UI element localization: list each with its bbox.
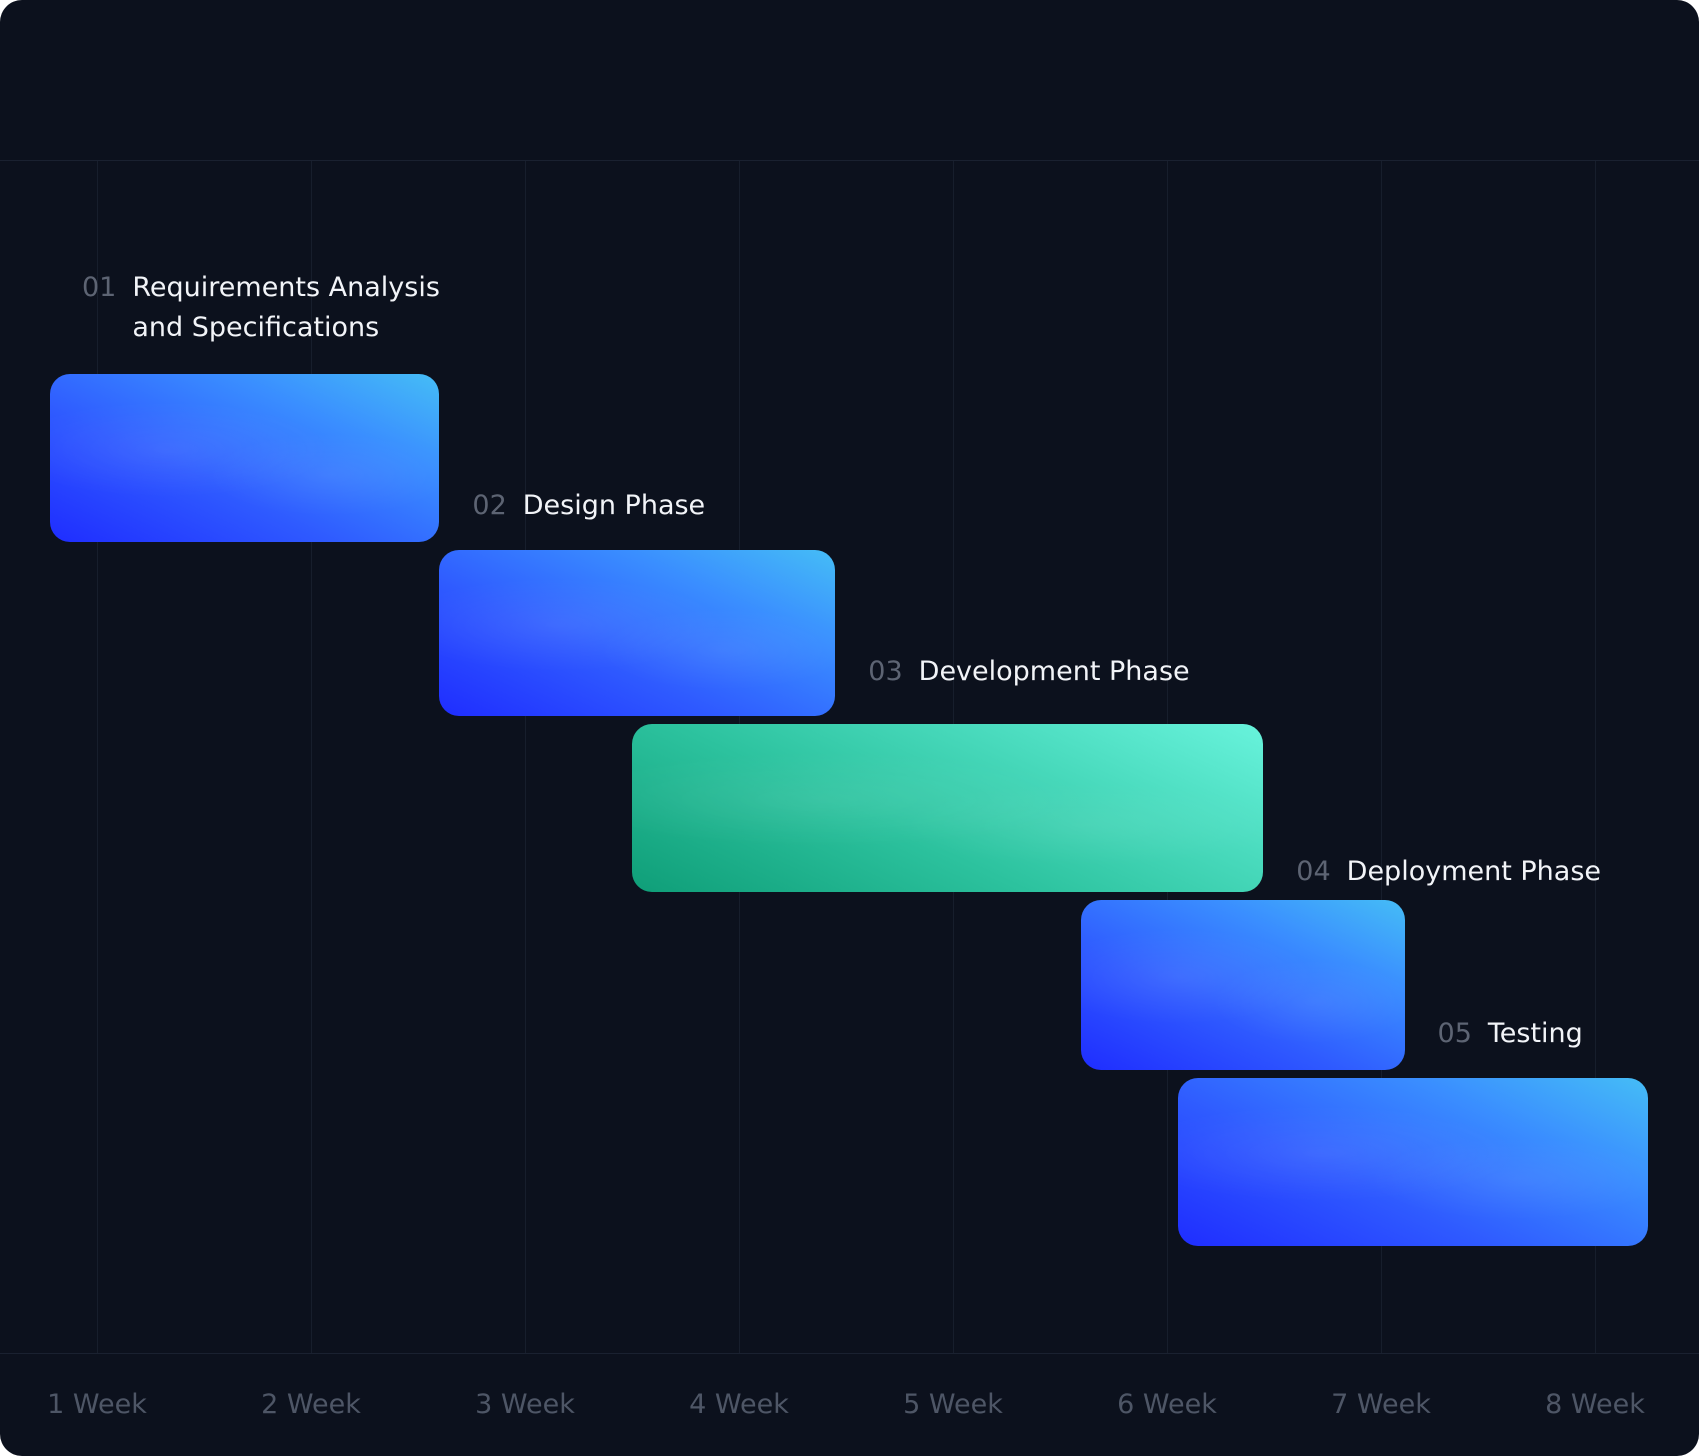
task-bar[interactable] <box>632 724 1264 892</box>
task-label: 04 Deployment Phase <box>1296 852 1601 892</box>
task-number: 05 <box>1437 1018 1472 1049</box>
task-name-line: Testing <box>1487 1018 1583 1049</box>
task-name: Testing <box>1488 1014 1583 1054</box>
task-name-line: and Specifications <box>132 312 380 343</box>
task-number: 02 <box>472 490 507 521</box>
x-tick-label: 6 Week <box>1117 1389 1217 1420</box>
bar-texture <box>49 374 440 542</box>
x-tick-label: 1 Week <box>47 1389 147 1420</box>
task-label: 02 Design Phase <box>472 486 705 526</box>
task-bar[interactable] <box>439 550 836 716</box>
task-label: 01 Requirements Analysis and Specification… <box>82 268 440 348</box>
task-name-line: Deployment Phase <box>1346 856 1602 887</box>
task-name-line: Development Phase <box>918 656 1190 687</box>
task-number: 03 <box>868 656 903 687</box>
task-bar[interactable] <box>1081 900 1405 1070</box>
gantt-chart-panel: 1 Week 2 Week 3 Week 4 Week 5 Week 6 Week 7 We… <box>0 0 1699 1456</box>
header-divider <box>0 160 1699 161</box>
axis-divider <box>0 1353 1699 1354</box>
task-number: 04 <box>1296 856 1331 887</box>
task-name-line: Design Phase <box>522 490 706 521</box>
task-name: Requirements Analysis and Specifications <box>132 268 440 348</box>
task-name: Design Phase <box>523 486 705 526</box>
task-name: Development Phase <box>919 652 1190 692</box>
task-label: 05 Testing <box>1438 1014 1583 1054</box>
task-label: 03 Development Phase <box>868 652 1189 692</box>
bar-texture <box>439 550 836 716</box>
bar-texture <box>1081 900 1405 1070</box>
task-name: Deployment Phase <box>1347 852 1601 892</box>
x-tick-label: 5 Week <box>903 1389 1003 1420</box>
x-tick-label: 7 Week <box>1331 1389 1431 1420</box>
gridline <box>525 161 526 1353</box>
bar-texture <box>1177 1078 1649 1246</box>
x-tick-label: 3 Week <box>475 1389 575 1420</box>
x-tick-label: 4 Week <box>689 1389 789 1420</box>
x-tick-label: 2 Week <box>261 1389 361 1420</box>
x-tick-label: 8 Week <box>1545 1389 1645 1420</box>
bar-texture <box>632 724 1264 892</box>
task-number: 01 <box>82 272 117 303</box>
task-name-line: Requirements Analysis <box>132 272 440 303</box>
task-bar[interactable] <box>1177 1078 1649 1246</box>
task-bar[interactable] <box>49 374 440 542</box>
